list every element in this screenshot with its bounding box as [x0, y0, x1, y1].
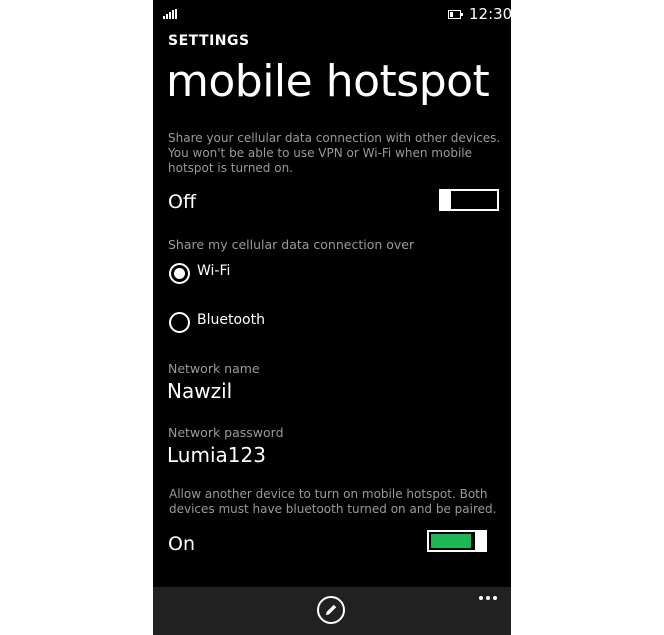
- signal-icon: [163, 9, 179, 19]
- pencil-icon: [326, 604, 337, 615]
- toggle-thumb: [475, 530, 487, 552]
- radio-unchecked-icon: [169, 312, 190, 333]
- network-name-label: Network name: [168, 361, 260, 376]
- toggle-fill: [431, 534, 471, 548]
- hotspot-toggle-label: Off: [168, 191, 197, 213]
- network-password-value[interactable]: Lumia123: [167, 443, 266, 467]
- edit-button[interactable]: [317, 596, 345, 624]
- more-icon: [479, 596, 483, 600]
- status-bar: 12:30: [153, 0, 511, 28]
- radio-wifi[interactable]: Wi-Fi: [168, 262, 368, 286]
- network-name-value[interactable]: Nawzil: [167, 379, 232, 403]
- hotspot-toggle-switch[interactable]: [439, 189, 499, 211]
- remote-toggle-switch[interactable]: [427, 530, 487, 552]
- status-time: 12:30: [469, 5, 511, 23]
- remote-description: Allow another device to turn on mobile h…: [169, 487, 497, 516]
- radio-wifi-label: Wi-Fi: [197, 263, 231, 279]
- radio-bluetooth-label: Bluetooth: [197, 312, 265, 328]
- share-over-label: Share my cellular data connection over: [168, 237, 415, 252]
- more-button[interactable]: [477, 593, 501, 603]
- hotspot-description: Share your cellular data connection with…: [168, 131, 501, 175]
- radio-bluetooth[interactable]: Bluetooth: [168, 311, 368, 335]
- page-title: mobile hotspot: [166, 56, 490, 107]
- app-bar: [153, 587, 511, 635]
- network-password-label: Network password: [168, 425, 284, 440]
- phone-screen: 12:30 SETTINGS mobile hotspot Share your…: [153, 0, 511, 635]
- app-title: SETTINGS: [168, 33, 250, 49]
- remote-toggle-label: On: [168, 533, 195, 555]
- radio-checked-icon: [169, 263, 190, 284]
- battery-icon: [448, 10, 463, 19]
- toggle-thumb: [439, 189, 451, 211]
